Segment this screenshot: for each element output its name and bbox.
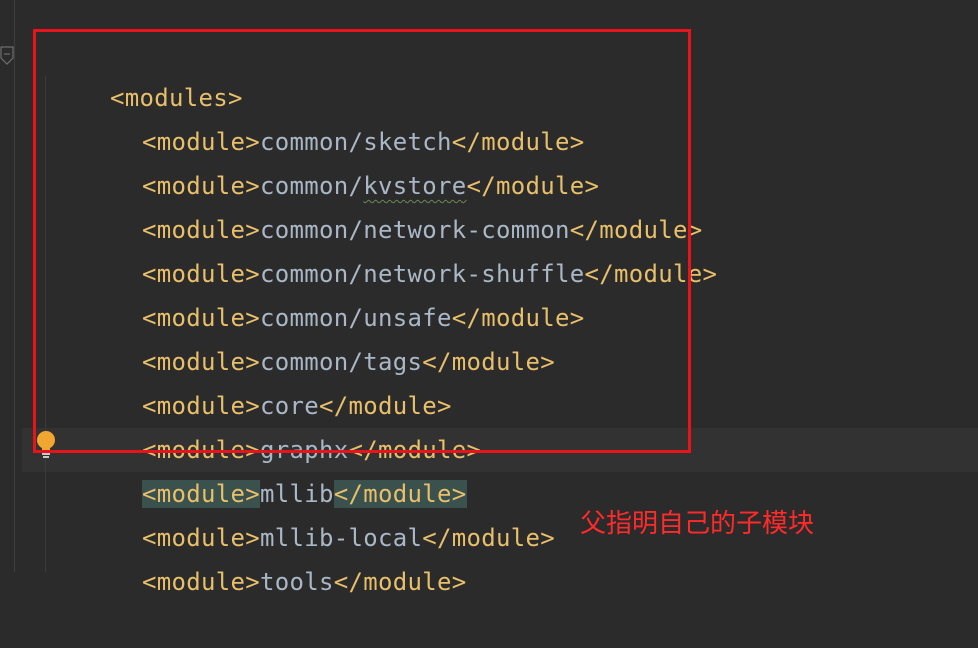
annotation-highlight-box xyxy=(33,29,691,453)
annotation-text: 父指明自己的子模块 xyxy=(580,509,815,539)
xml-tag: </module> xyxy=(333,568,467,596)
module-path: tools xyxy=(260,568,334,596)
xml-tag: <module> xyxy=(142,568,260,596)
code-line[interactable]: <module>mllib-local</module> xyxy=(83,472,555,552)
code-line[interactable]: <module>tools</module> xyxy=(83,516,467,596)
